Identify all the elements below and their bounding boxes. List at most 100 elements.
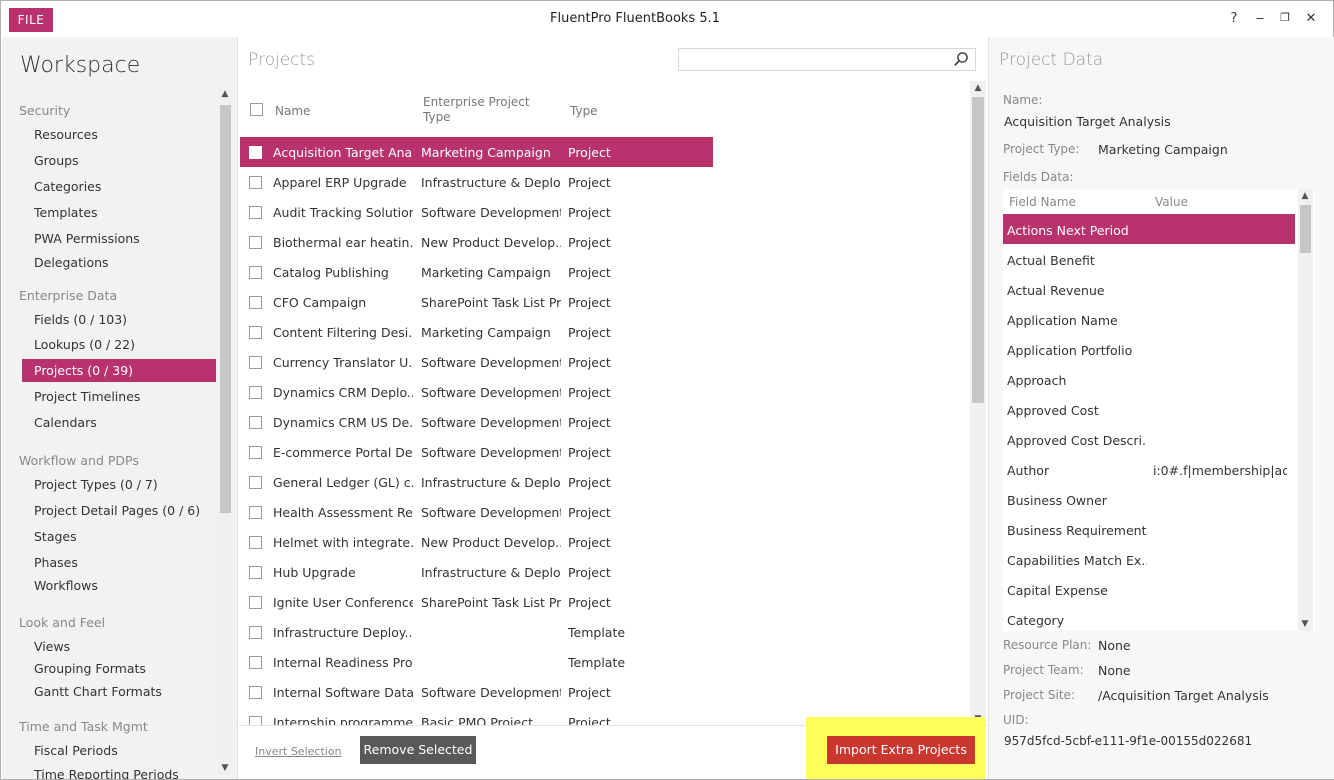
column-name[interactable]: Name [275, 104, 310, 119]
field-row[interactable]: Business Requirement... [1003, 514, 1295, 544]
row-checkbox[interactable] [249, 176, 262, 189]
row-checkbox[interactable] [249, 206, 262, 219]
sidebar-item-views[interactable]: Views [34, 639, 70, 654]
field-row[interactable]: Application Portfolio [1003, 334, 1295, 364]
project-site-value[interactable]: /Acquisition Target Analysis [1098, 688, 1269, 703]
sidebar-item-pwa-permissions[interactable]: PWA Permissions [34, 231, 140, 246]
table-row[interactable]: Helmet with integrate... New Product Deve… [240, 527, 713, 557]
row-checkbox[interactable] [249, 476, 262, 489]
row-checkbox[interactable] [249, 416, 262, 429]
row-checkbox[interactable] [249, 326, 262, 339]
field-row[interactable]: Capabilities Match Ex... [1003, 544, 1295, 574]
table-row[interactable]: Ignite User Conference SharePoint Task Li… [240, 587, 713, 617]
value-header[interactable]: Value [1155, 195, 1188, 209]
row-checkbox[interactable] [249, 686, 262, 699]
scroll-down-icon[interactable]: ▼ [1298, 619, 1312, 629]
sidebar-item-fields[interactable]: Fields (0 / 103) [34, 312, 127, 327]
row-checkbox[interactable] [249, 146, 262, 159]
row-checkbox[interactable] [249, 506, 262, 519]
table-row[interactable]: Acquisition Target Ana... Marketing Campa… [240, 137, 713, 167]
table-row[interactable]: Dynamics CRM Deplo... Software Developmen… [240, 377, 713, 407]
table-row[interactable]: Catalog Publishing Marketing Campaign Proj… [240, 257, 713, 287]
sidebar-item-project-types[interactable]: Project Types (0 / 7) [34, 477, 158, 492]
sidebar-item-gantt-chart-formats[interactable]: Gantt Chart Formats [34, 684, 162, 699]
column-ept[interactable]: Enterprise Project Type [423, 95, 530, 125]
field-name-header[interactable]: Field Name [1009, 195, 1076, 209]
field-row[interactable]: Actual Revenue [1003, 274, 1295, 304]
close-icon[interactable]: ✕ [1301, 11, 1321, 26]
field-row[interactable]: Approved Cost Descri... [1003, 424, 1295, 454]
sidebar-scroll-thumb[interactable] [220, 105, 231, 513]
sidebar-item-fiscal-periods[interactable]: Fiscal Periods [34, 743, 118, 758]
row-checkbox[interactable] [249, 356, 262, 369]
table-row[interactable]: Audit Tracking Solution Software Developm… [240, 197, 713, 227]
sidebar-item-calendars[interactable]: Calendars [34, 415, 97, 430]
invert-selection-link[interactable]: Invert Selection [255, 745, 342, 758]
projects-scroll-thumb[interactable] [972, 97, 984, 403]
sidebar-item-workflows[interactable]: Workflows [34, 578, 98, 593]
sidebar-item-projects[interactable]: Projects (0 / 39) [22, 359, 216, 382]
table-row[interactable]: Apparel ERP Upgrade Infrastructure & Depl… [240, 167, 713, 197]
sidebar-item-project-detail-pages[interactable]: Project Detail Pages (0 / 6) [34, 503, 200, 518]
scroll-down-icon[interactable]: ▼ [218, 763, 232, 773]
row-checkbox[interactable] [249, 566, 262, 579]
field-row[interactable]: Actions Next Period [1003, 214, 1295, 244]
row-checkbox[interactable] [249, 596, 262, 609]
sidebar-item-resources[interactable]: Resources [34, 127, 98, 142]
table-row[interactable]: Health Assessment Re... Software Developm… [240, 497, 713, 527]
sidebar-item-lookups[interactable]: Lookups (0 / 22) [34, 337, 135, 352]
search-icon[interactable] [953, 51, 969, 67]
fields-scroll-thumb[interactable] [1300, 205, 1311, 253]
select-all-checkbox[interactable] [250, 103, 263, 116]
table-row[interactable]: Biothermal ear heatin... New Product Deve… [240, 227, 713, 257]
sidebar-item-groups[interactable]: Groups [34, 153, 79, 168]
table-row[interactable]: Internship programme... Basic PMO Project… [240, 707, 713, 725]
table-row[interactable]: Currency Translator U... Software Develop… [240, 347, 713, 377]
scroll-up-icon[interactable]: ▲ [971, 83, 985, 93]
sidebar-item-time-reporting-periods[interactable]: Time Reporting Periods [34, 767, 179, 779]
sidebar-item-categories[interactable]: Categories [34, 179, 101, 194]
table-row[interactable]: Dynamics CRM US De... Software Developmen… [240, 407, 713, 437]
field-row[interactable]: Application Name [1003, 304, 1295, 334]
restore-icon[interactable]: ❐ [1275, 11, 1295, 24]
sidebar-item-grouping-formats[interactable]: Grouping Formats [34, 661, 146, 676]
row-checkbox[interactable] [249, 536, 262, 549]
row-checkbox[interactable] [249, 236, 262, 249]
field-row[interactable]: Actual Benefit [1003, 244, 1295, 274]
field-row[interactable]: Category [1003, 604, 1295, 631]
table-row[interactable]: Content Filtering Desi... Marketing Campa… [240, 317, 713, 347]
row-checkbox[interactable] [249, 386, 262, 399]
sidebar-item-delegations[interactable]: Delegations [34, 255, 109, 270]
help-icon[interactable]: ? [1224, 11, 1244, 26]
field-row[interactable]: Capital Expense [1003, 574, 1295, 604]
row-checkbox[interactable] [249, 446, 262, 459]
table-row[interactable]: CFO Campaign SharePoint Task List Pr... Pr… [240, 287, 713, 317]
row-checkbox[interactable] [249, 656, 262, 669]
sidebar-item-templates[interactable]: Templates [34, 205, 98, 220]
remove-selected-button[interactable]: Remove Selected [360, 736, 476, 764]
row-checkbox[interactable] [249, 716, 262, 725]
import-extra-projects-button[interactable]: Import Extra Projects [827, 736, 975, 764]
field-row[interactable]: Approach [1003, 364, 1295, 394]
sidebar-item-project-timelines[interactable]: Project Timelines [34, 389, 140, 404]
field-row[interactable]: Author i:0#.f|membership|ad... [1003, 454, 1295, 484]
search-input[interactable] [678, 48, 976, 71]
table-row[interactable]: E-commerce Portal De... Software Developm… [240, 437, 713, 467]
row-checkbox[interactable] [249, 266, 262, 279]
scroll-up-icon[interactable]: ▲ [218, 89, 232, 99]
row-checkbox[interactable] [249, 626, 262, 639]
sidebar-item-phases[interactable]: Phases [34, 555, 78, 570]
table-row[interactable]: Hub Upgrade Infrastructure & Deplo... Proj… [240, 557, 713, 587]
fields-scrollbar[interactable]: ▲ ▼ [1298, 189, 1313, 631]
table-row[interactable]: Internal Software Data... Software Develo… [240, 677, 713, 707]
minimize-icon[interactable]: ‒ [1250, 11, 1270, 26]
field-row[interactable]: Business Owner [1003, 484, 1295, 514]
scroll-up-icon[interactable]: ▲ [1298, 191, 1312, 201]
row-checkbox[interactable] [249, 296, 262, 309]
field-row[interactable]: Approved Cost [1003, 394, 1295, 424]
projects-scrollbar[interactable]: ▲ ▼ [970, 81, 986, 725]
column-type[interactable]: Type [570, 104, 598, 119]
table-row[interactable]: General Ledger (GL) c... Infrastructure &… [240, 467, 713, 497]
table-row[interactable]: Infrastructure Deploy... Template [240, 617, 713, 647]
table-row[interactable]: Internal Readiness Pro... Template [240, 647, 713, 677]
